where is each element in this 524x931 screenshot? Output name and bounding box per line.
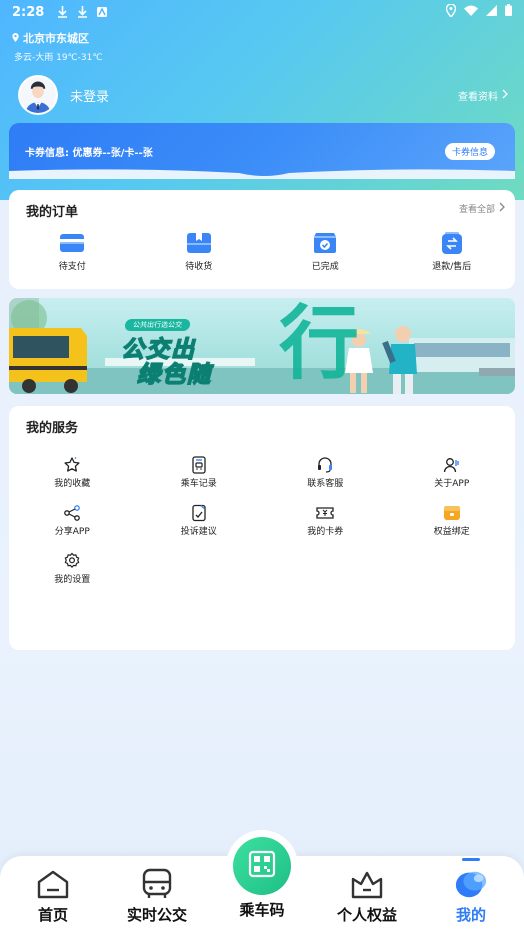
user-row: 未登录 查看资料	[18, 75, 508, 115]
city-name: 北京市东城区	[23, 32, 89, 45]
tab-realtime-bus[interactable]: 实时公交	[112, 868, 202, 925]
profile-blob-icon	[454, 868, 488, 900]
tab-ride-code[interactable]	[226, 830, 298, 902]
headset-icon	[315, 456, 335, 474]
check-bag-icon	[312, 232, 338, 254]
service-feedback[interactable]: 投诉建议	[136, 504, 263, 537]
services-panel: 我的服务 我的收藏 乘车记录 联系客服 关于APP 分享APP 投诉建议 我的卡…	[9, 406, 515, 650]
star-icon	[62, 456, 82, 474]
banner-wave	[9, 169, 515, 179]
tab-home[interactable]: 首页	[8, 868, 98, 925]
download-icon	[76, 6, 88, 18]
tab-label: 首页	[37, 906, 68, 924]
battery-icon	[505, 4, 512, 20]
service-label: 联系客服	[307, 479, 344, 489]
service-my-coupons[interactable]: 我的卡券	[262, 504, 389, 537]
promo-banner[interactable]: 行 公共出行选公交 公交出 绿色随	[9, 298, 515, 394]
service-label: 分享APP	[54, 527, 90, 537]
benefit-icon	[442, 504, 462, 522]
service-label: 我的卡券	[307, 527, 344, 537]
service-label: 关于APP	[434, 479, 470, 489]
bus-icon	[140, 868, 174, 900]
location-pin-icon	[12, 32, 19, 45]
service-label: 投诉建议	[180, 527, 217, 537]
service-label: 我的设置	[54, 575, 91, 585]
service-benefit-binding[interactable]: 权益绑定	[389, 504, 516, 537]
promo-big-character: 行	[279, 298, 359, 390]
card-info-banner: 卡券信息: 优惠券--张/卡--张 卡券信息	[9, 123, 515, 179]
service-favorites[interactable]: 我的收藏	[9, 456, 136, 489]
tab-mine[interactable]: 我的	[426, 868, 516, 925]
share-icon	[62, 504, 82, 522]
order-label: 退款/售后	[432, 262, 472, 272]
location-weather[interactable]: 北京市东城区 多云-大雨 19℃-31℃	[12, 30, 102, 63]
service-ride-records[interactable]: 乘车记录	[136, 456, 263, 489]
coupon-icon	[315, 504, 335, 522]
service-customer-support[interactable]: 联系客服	[262, 456, 389, 489]
tab-label: 我的	[455, 906, 486, 924]
download-icon	[56, 6, 68, 18]
service-settings[interactable]: 我的设置	[9, 552, 136, 585]
gift-box-icon	[186, 232, 212, 254]
status-time: 2:28	[12, 4, 45, 20]
tab-label: 个人权益	[336, 906, 397, 924]
orders-title: 我的订单	[26, 205, 79, 220]
orders-panel: 我的订单 查看全部 待支付 待收货 已完成 退款/售后	[9, 190, 515, 289]
qr-code-icon	[248, 850, 276, 882]
services-title: 我的服务	[26, 421, 79, 436]
avatar[interactable]	[18, 75, 58, 115]
chevron-right-icon	[502, 89, 508, 102]
app-notification-icon	[96, 6, 108, 18]
order-label: 已完成	[311, 262, 339, 272]
chevron-right-icon	[499, 202, 505, 215]
username[interactable]: 未登录	[70, 86, 109, 105]
service-label: 我的收藏	[54, 479, 91, 489]
active-tab-indicator	[462, 858, 480, 861]
feedback-icon	[189, 504, 209, 522]
user-info-icon	[442, 456, 462, 474]
weather-text: 多云-大雨 19℃-31℃	[14, 53, 103, 63]
wallet-icon	[59, 232, 85, 254]
crown-icon	[350, 868, 384, 900]
tab-personal-benefits[interactable]: 个人权益	[322, 868, 412, 925]
service-label: 权益绑定	[433, 527, 470, 537]
view-profile-label: 查看资料	[458, 91, 498, 103]
order-pending-delivery[interactable]: 待收货	[136, 232, 263, 272]
tab-label: 实时公交	[126, 906, 187, 924]
order-label: 待收货	[185, 262, 213, 272]
promo-headline-2: 绿色随	[136, 361, 212, 389]
service-share-app[interactable]: 分享APP	[9, 504, 136, 537]
refund-icon	[439, 232, 465, 254]
bus-record-icon	[189, 456, 209, 474]
view-all-orders-link[interactable]: 查看全部	[459, 202, 505, 215]
wifi-icon	[464, 5, 478, 20]
view-all-label: 查看全部	[458, 205, 495, 215]
gear-icon	[62, 552, 82, 570]
view-profile-link[interactable]: 查看资料	[458, 88, 508, 103]
service-label: 乘车记录	[180, 479, 217, 489]
order-label: 待支付	[58, 262, 86, 272]
order-refund[interactable]: 退款/售后	[389, 232, 516, 272]
card-info-button[interactable]: 卡券信息	[444, 143, 495, 160]
card-info-text: 卡券信息: 优惠券--张/卡--张	[25, 148, 153, 159]
home-icon	[36, 868, 70, 900]
status-bar: 2:28	[0, 0, 524, 24]
qr-code-button[interactable]	[233, 837, 291, 895]
promo-illustration	[9, 298, 515, 394]
order-completed[interactable]: 已完成	[262, 232, 389, 272]
order-pending-payment[interactable]: 待支付	[9, 232, 136, 272]
signal-icon	[486, 4, 497, 20]
location-pin-icon	[445, 2, 457, 21]
service-about-app[interactable]: 关于APP	[389, 456, 516, 489]
tab-label[interactable]: 乘车码	[226, 899, 298, 920]
